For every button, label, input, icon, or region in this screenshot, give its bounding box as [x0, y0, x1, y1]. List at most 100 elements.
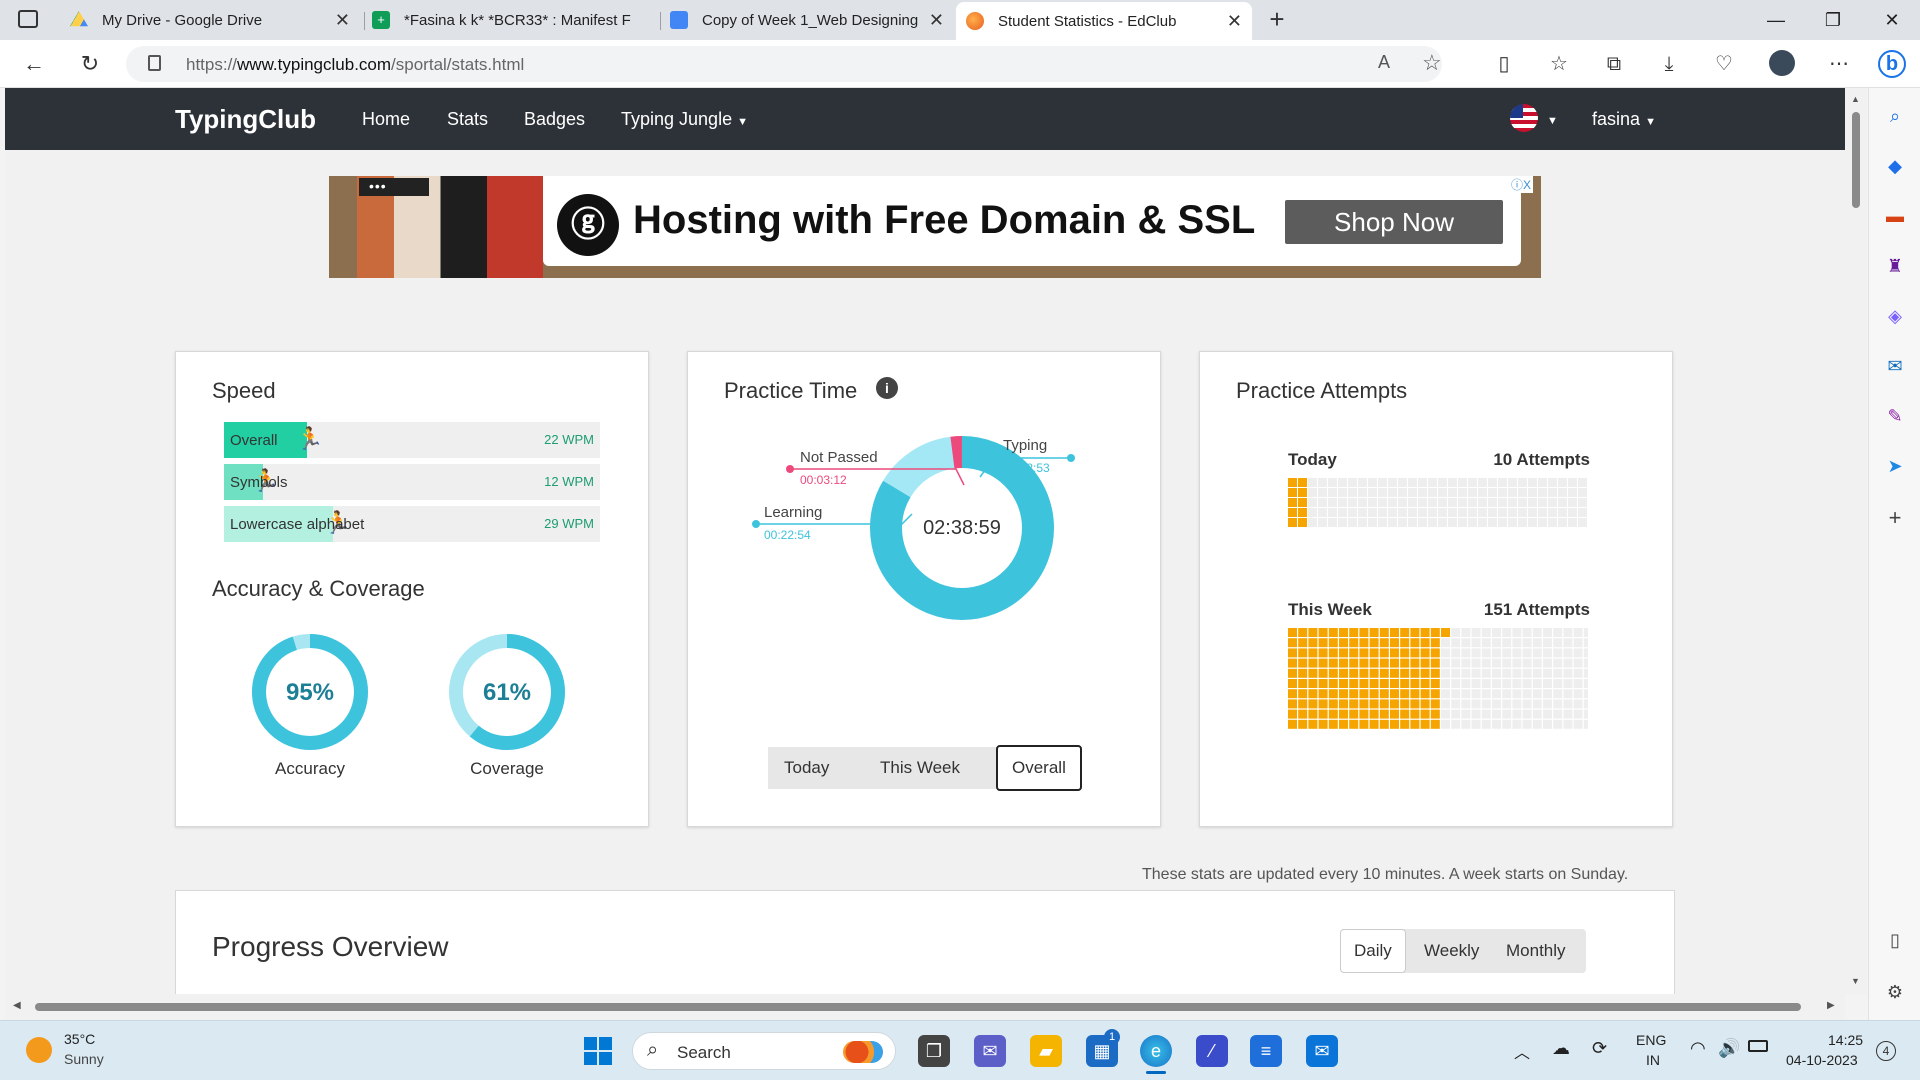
shopping-tag-icon[interactable]: ◆ — [1883, 154, 1907, 178]
range-daily[interactable]: Daily — [1354, 941, 1392, 961]
notification-badge[interactable]: 4 — [1876, 1041, 1896, 1061]
mail-icon[interactable]: ✉ — [1306, 1035, 1338, 1067]
battery-icon[interactable] — [1748, 1040, 1768, 1052]
profile-avatar[interactable] — [1768, 50, 1796, 78]
teams-chat-icon[interactable]: ✉ — [974, 1035, 1006, 1067]
nav-home[interactable]: Home — [362, 109, 410, 130]
split-screen-icon[interactable]: ▯ — [1490, 50, 1518, 78]
more-menu-icon[interactable]: ⋯ — [1825, 50, 1853, 78]
attempt-cell — [1573, 699, 1583, 709]
tab-actions-icon[interactable] — [18, 10, 38, 28]
scroll-left-icon[interactable]: ◀ — [13, 1000, 21, 1011]
scroll-up-icon[interactable]: ▲ — [1851, 94, 1860, 104]
browser-essentials-icon[interactable]: ♡ — [1710, 50, 1738, 78]
outlook-icon[interactable]: ✉ — [1883, 354, 1907, 378]
send-icon[interactable]: ➤ — [1883, 454, 1907, 478]
onedrive-cloud-icon[interactable]: ☁ — [1552, 1038, 1570, 1059]
tab-manifest-sheet[interactable]: + *Fasina k k* *BCR33* : Manifest F — [362, 4, 658, 36]
attempt-cell — [1339, 638, 1348, 648]
ad-banner[interactable]: ••• ⓖ Hosting with Free Domain & SSL Sho… — [329, 176, 1541, 278]
attempt-cell — [1532, 668, 1542, 678]
sun-icon[interactable] — [26, 1037, 52, 1063]
language-primary[interactable]: ENG — [1636, 1032, 1666, 1048]
edge-browser-icon[interactable]: e — [1140, 1035, 1172, 1067]
weather-temp[interactable]: 35°C — [64, 1031, 95, 1047]
volume-icon[interactable]: 🔊 — [1718, 1038, 1740, 1059]
scroll-right-icon[interactable]: ▶ — [1827, 1000, 1835, 1011]
shop-now-button[interactable]: Shop Now — [1285, 200, 1503, 244]
bing-copilot-icon[interactable]: b — [1878, 50, 1906, 78]
nav-stats[interactable]: Stats — [447, 109, 488, 130]
us-flag-icon[interactable] — [1510, 104, 1538, 132]
back-button[interactable]: ← — [20, 50, 48, 78]
restore-button[interactable]: ❐ — [1813, 6, 1853, 34]
windows-start-icon[interactable] — [584, 1037, 612, 1065]
tools-icon[interactable]: ▬ — [1883, 204, 1907, 228]
brand-logo[interactable]: TypingClub — [175, 104, 316, 135]
close-icon[interactable]: ✕ — [1227, 11, 1242, 32]
vertical-scrollbar[interactable]: ▲ ▼ — [1845, 88, 1867, 994]
show-hidden-icons-icon[interactable]: ︿ — [1514, 1039, 1530, 1063]
attempt-cell — [1430, 709, 1440, 719]
notepad-icon[interactable]: ≡ — [1250, 1035, 1282, 1067]
attempt-cell — [1548, 478, 1557, 487]
attempt-cell — [1418, 518, 1427, 527]
address-bar[interactable]: https://www.typingclub.com/sportal/stats… — [126, 46, 1442, 82]
search-icon[interactable]: ⌕ — [1883, 104, 1907, 128]
nav-typing-jungle[interactable]: Typing Jungle ▼ — [621, 109, 748, 130]
games-icon[interactable]: ♜ — [1883, 254, 1907, 278]
minimize-button[interactable]: — — [1756, 6, 1796, 34]
wifi-icon[interactable]: ◠ — [1690, 1038, 1706, 1059]
math-app-icon[interactable]: ⁄ — [1196, 1035, 1228, 1067]
downloads-icon[interactable]: ⤓ — [1655, 50, 1683, 78]
new-tab-button[interactable]: + — [1262, 4, 1292, 34]
language-region[interactable]: IN — [1646, 1052, 1660, 1068]
caret-down-icon[interactable]: ▼ — [1547, 115, 1558, 127]
vertical-scroll-thumb[interactable] — [1852, 112, 1860, 208]
close-icon[interactable]: ✕ — [335, 10, 350, 31]
taskbar-search[interactable]: ⌕ Search — [632, 1032, 896, 1070]
user-menu[interactable]: fasina ▼ — [1592, 109, 1656, 130]
period-today[interactable]: Today — [784, 758, 829, 778]
settings-gear-icon[interactable]: ⚙ — [1883, 980, 1907, 1004]
range-monthly[interactable]: Monthly — [1506, 941, 1566, 961]
close-window-button[interactable]: ✕ — [1872, 6, 1912, 34]
refresh-button[interactable]: ↻ — [76, 50, 104, 78]
favorite-star-icon[interactable]: ☆ — [1422, 50, 1442, 76]
attempt-cell — [1379, 689, 1389, 699]
add-sidebar-app-icon[interactable]: + — [1883, 506, 1907, 530]
attempt-cell — [1418, 508, 1427, 517]
ad-menu-icon[interactable]: ••• — [359, 178, 429, 196]
ad-choices-icon[interactable]: ⓘX — [1508, 176, 1533, 193]
tab-google-drive[interactable]: My Drive - Google Drive ✕ — [60, 4, 360, 36]
tab-web-designing-doc[interactable]: Copy of Week 1_Web Designing ✕ — [660, 4, 954, 36]
nav-badges[interactable]: Badges — [524, 109, 585, 130]
clock-date[interactable]: 04-10-2023 — [1786, 1052, 1858, 1068]
weather-desc[interactable]: Sunny — [64, 1051, 104, 1067]
file-explorer-icon[interactable]: ▰ — [1030, 1035, 1062, 1067]
hide-sidebar-icon[interactable]: ▯ — [1883, 928, 1907, 952]
attempt-cell — [1512, 699, 1522, 709]
attempt-cell — [1481, 679, 1491, 688]
clock-time[interactable]: 14:25 — [1828, 1032, 1863, 1048]
microsoft-365-icon[interactable]: ◈ — [1883, 304, 1907, 328]
range-weekly[interactable]: Weekly — [1424, 941, 1479, 961]
sync-icon[interactable]: ⟳ — [1592, 1038, 1607, 1059]
accuracy-title: Accuracy & Coverage — [212, 576, 425, 601]
attempt-cell — [1538, 488, 1547, 497]
task-view-icon[interactable]: ❐ — [918, 1035, 950, 1067]
favorites-icon[interactable]: ☆ — [1545, 50, 1573, 78]
period-this-week[interactable]: This Week — [880, 758, 960, 778]
period-overall[interactable]: Overall — [1012, 758, 1066, 778]
tab-student-statistics[interactable]: Student Statistics - EdClub ✕ — [956, 2, 1252, 40]
scroll-down-icon[interactable]: ▼ — [1851, 976, 1860, 986]
close-icon[interactable]: ✕ — [929, 10, 944, 31]
attempt-cell — [1441, 628, 1450, 637]
horizontal-scrollbar[interactable]: ◀ ▶ — [5, 994, 1845, 1020]
collections-icon[interactable]: ⧉ — [1600, 50, 1628, 78]
attempt-cell — [1349, 638, 1359, 648]
designer-icon[interactable]: ✎ — [1883, 404, 1907, 428]
horizontal-scroll-thumb[interactable] — [35, 1003, 1801, 1011]
read-aloud-icon[interactable]: A — [1378, 52, 1390, 73]
browser-toolbar: ← ↻ https://www.typingclub.com/sportal/s… — [0, 40, 1920, 88]
